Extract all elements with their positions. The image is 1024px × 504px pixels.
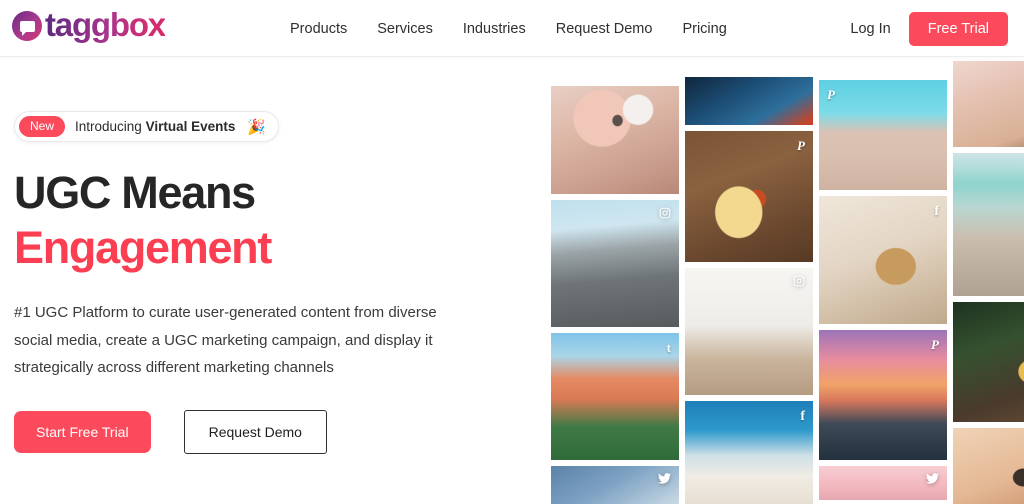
cyclist-beach-photo[interactable]: P	[819, 80, 947, 190]
header-actions: Log In Free Trial	[850, 0, 1008, 57]
login-link[interactable]: Log In	[850, 21, 890, 37]
gallery-grid: tPfPfP	[551, 61, 1024, 504]
twitter-icon	[926, 473, 939, 484]
aerial-pool-photo[interactable]	[953, 153, 1024, 296]
skatepark-sunset-photo[interactable]: P	[819, 330, 947, 460]
nav-item-services[interactable]: Services	[377, 21, 433, 37]
pinterest-icon: P	[931, 337, 939, 352]
headline-line-2: Engagement	[14, 221, 272, 273]
resort-palms-photo[interactable]: t	[551, 333, 679, 460]
nav-item-request-demo[interactable]: Request Demo	[556, 21, 653, 37]
seaside-brunch-photo[interactable]: f	[685, 401, 813, 504]
gallery-column-3: Pf P	[819, 80, 947, 500]
denim-detail-photo[interactable]	[685, 77, 813, 125]
gallery-column-4	[953, 61, 1024, 504]
hero-cta-row: Start Free Trial Request Demo	[14, 410, 517, 455]
street-photographer-photo[interactable]	[551, 200, 679, 327]
pinterest-icon: P	[827, 87, 835, 102]
request-demo-button[interactable]: Request Demo	[183, 410, 327, 455]
facebook-icon: f	[800, 409, 805, 424]
party-popper-icon: 🎉	[247, 118, 267, 136]
woman-sunglasses-photo[interactable]	[953, 428, 1024, 504]
hero-description: #1 UGC Platform to curate user-generated…	[14, 303, 437, 377]
landing-page: taggbox Products Services Industries Req…	[0, 0, 1024, 504]
instagram-icon	[659, 207, 671, 219]
pinterest-icon: P	[797, 138, 805, 153]
kid-eating-photo[interactable]	[953, 302, 1024, 422]
announcement-highlight: Virtual Events	[145, 119, 236, 134]
facebook-icon: f	[934, 204, 939, 219]
taggbox-logo[interactable]: taggbox	[12, 6, 166, 44]
pink-sky-photo[interactable]	[819, 466, 947, 500]
gallery-column-1: t	[551, 86, 679, 504]
start-free-trial-button[interactable]: Start Free Trial	[14, 411, 151, 454]
fries-and-dip-photo[interactable]: P	[685, 131, 813, 262]
coffee-cup-photo[interactable]	[551, 466, 679, 504]
ugc-gallery: tPfPfP	[517, 57, 1024, 504]
page-title: UGC Means Engagement	[14, 166, 517, 276]
twitter-icon	[658, 473, 671, 484]
instagram-icon	[793, 275, 805, 287]
nav-item-products[interactable]: Products	[290, 21, 347, 37]
announcement-text: Introducing Virtual Events	[75, 119, 235, 134]
site-header: taggbox Products Services Industries Req…	[0, 0, 1024, 57]
announcement-prefix: Introducing	[75, 119, 146, 134]
announcement-badge[interactable]: New Introducing Virtual Events 🎉	[14, 111, 280, 142]
perfume-pearls-photo[interactable]: f	[819, 196, 947, 324]
makeup-compact-photo[interactable]	[953, 61, 1024, 147]
headline-line-1: UGC Means	[14, 167, 256, 218]
tumblr-icon: t	[666, 340, 671, 355]
hero-section: New Introducing Virtual Events 🎉 UGC Mea…	[0, 57, 517, 504]
chat-bubble-icon	[12, 11, 42, 41]
logo-wordmark: taggbox	[45, 6, 166, 43]
dining-interior-photo[interactable]	[685, 268, 813, 395]
new-pill-label: New	[19, 116, 66, 137]
gallery-column-2: Pf	[685, 77, 813, 504]
nav-item-industries[interactable]: Industries	[463, 21, 526, 37]
nav-item-pricing[interactable]: Pricing	[682, 21, 726, 37]
free-trial-button[interactable]: Free Trial	[908, 11, 1008, 46]
main-navigation: Products Services Industries Request Dem…	[290, 0, 727, 57]
cat-and-watch-photo[interactable]	[551, 86, 679, 194]
